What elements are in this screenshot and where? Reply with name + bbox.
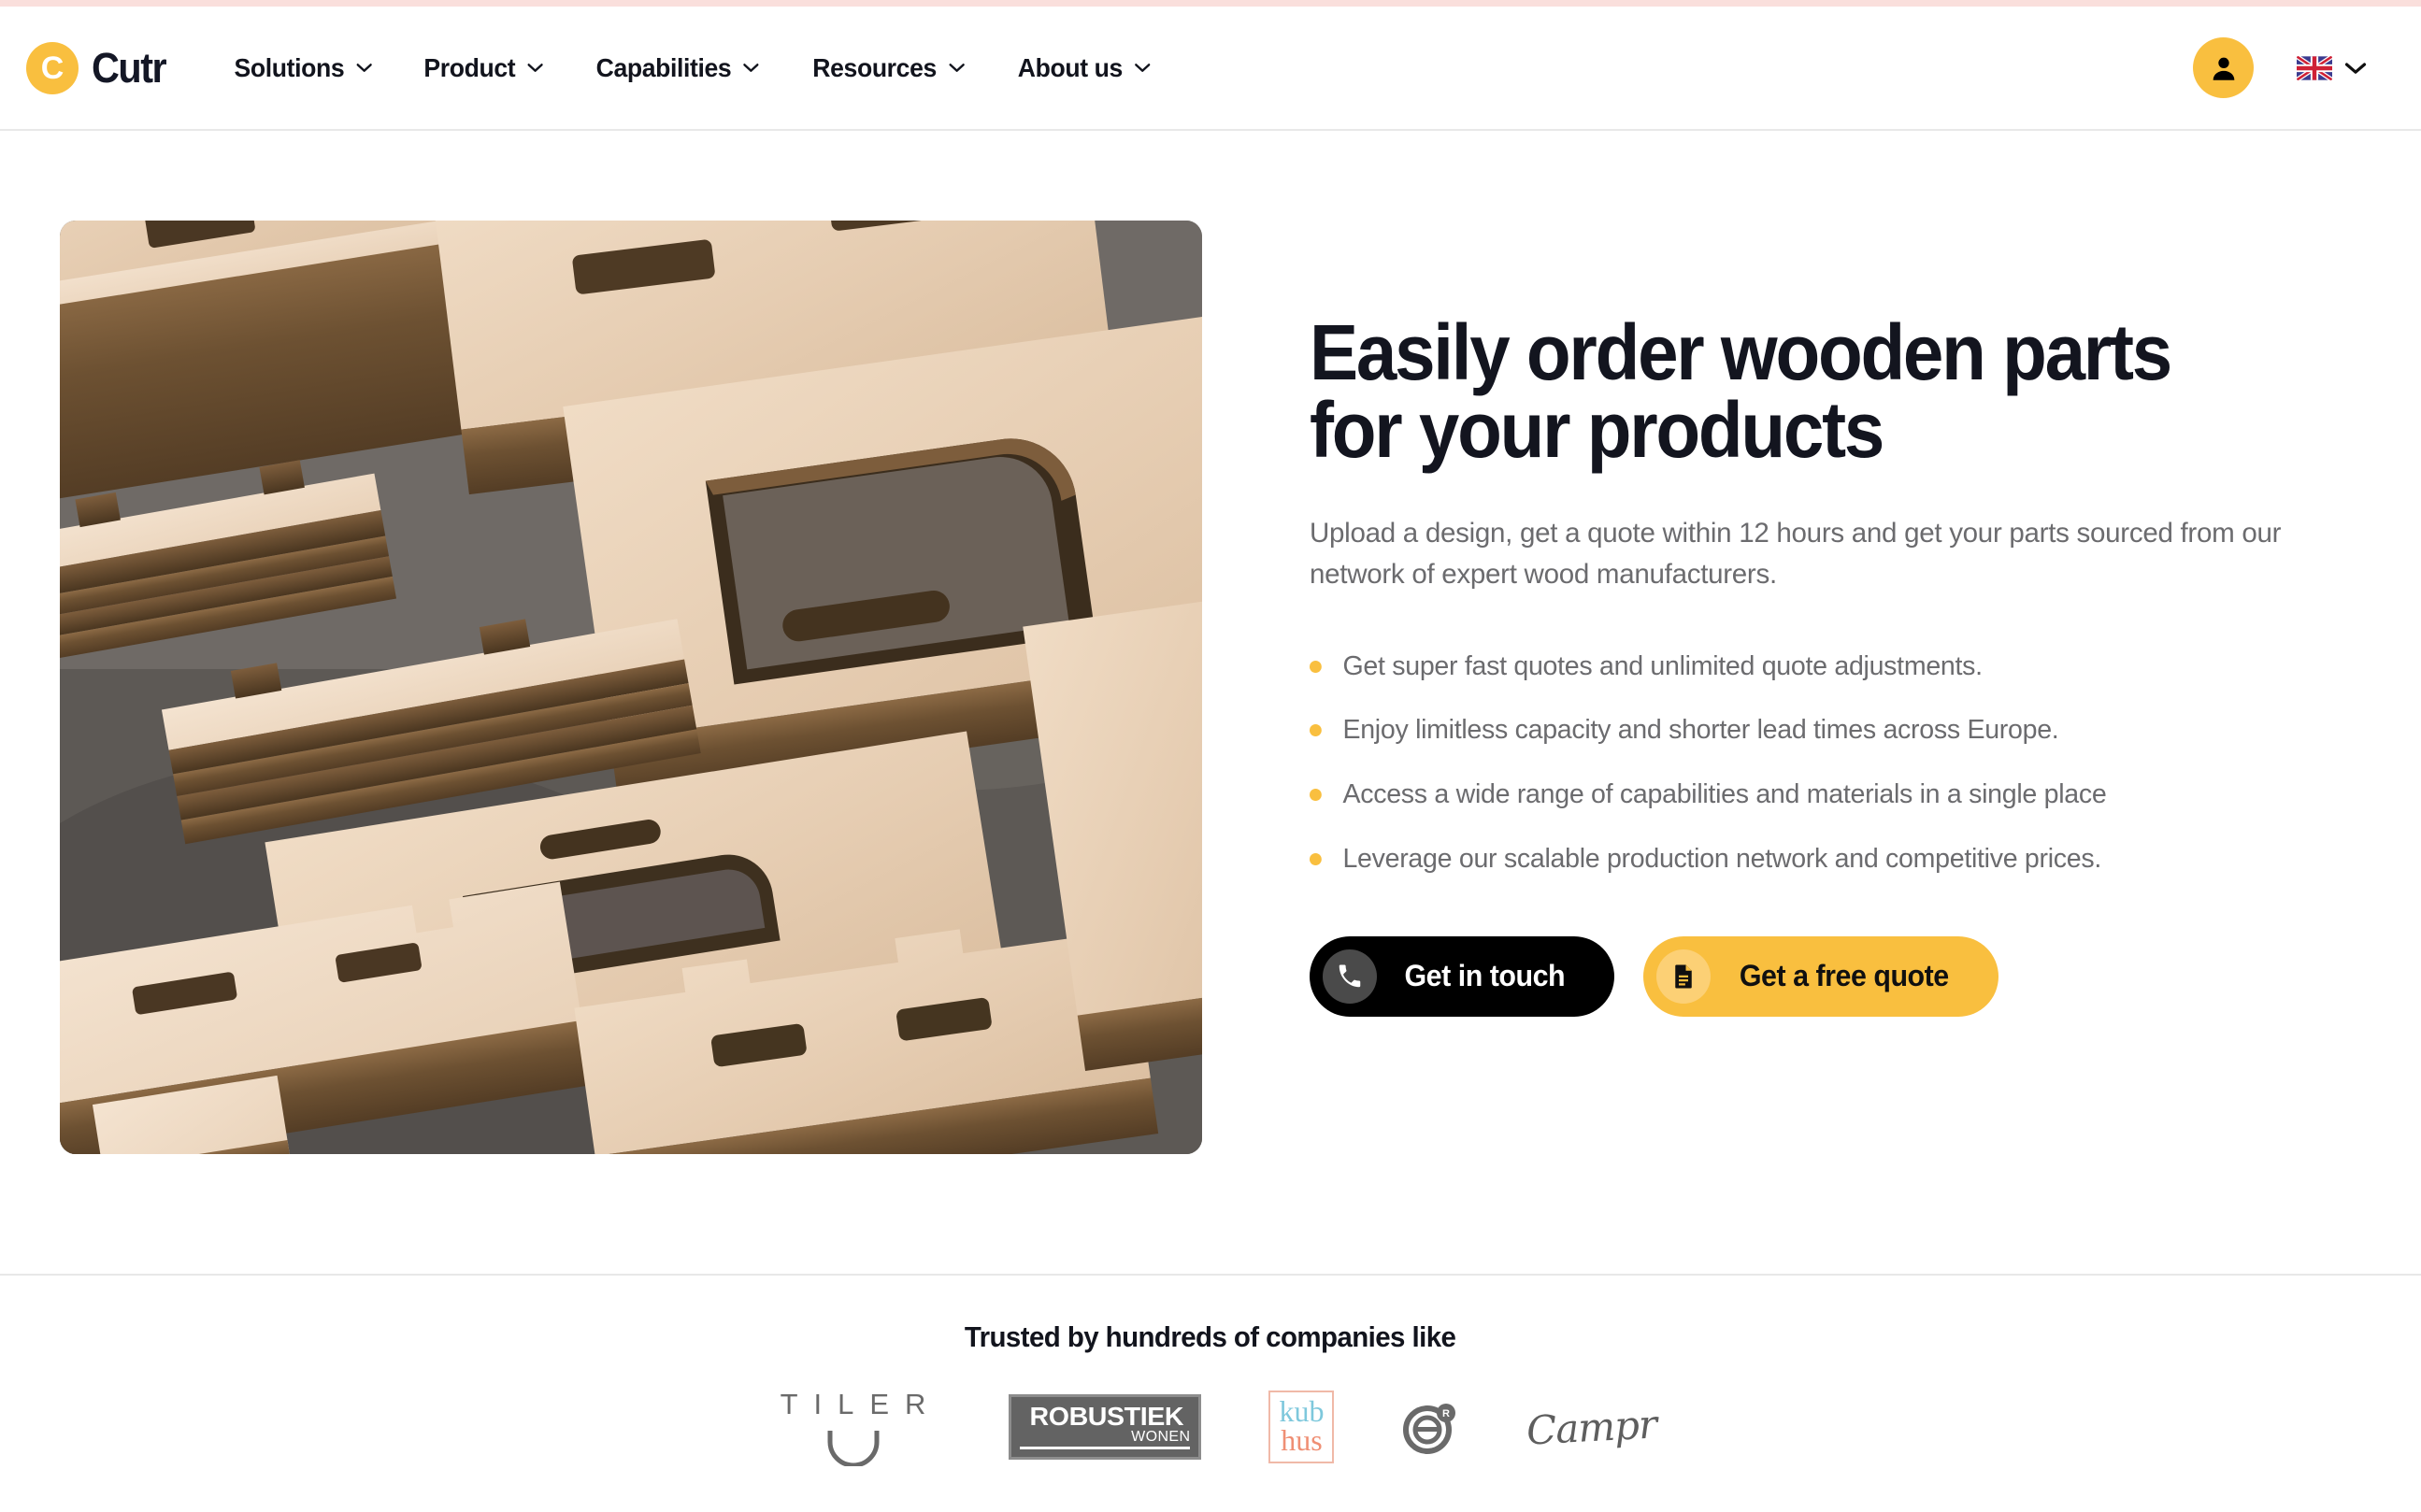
client-logo-kubhus: kub hus (1268, 1390, 1335, 1464)
hero-copy: Easily order wooden parts for your produ… (1202, 221, 2421, 1017)
kubhus-line-1: kub (1279, 1393, 1325, 1428)
main-navigation: Solutions Product Capabilities Resources… (230, 44, 2193, 93)
list-item: Enjoy limitless capacity and shorter lea… (1310, 714, 2322, 747)
robustiek-rule (1020, 1447, 1191, 1449)
hero-benefit-list: Get super fast quotes and unlimited quot… (1310, 650, 2337, 876)
bullet-dot-icon (1310, 724, 1322, 737)
nav-item-label: Solutions (234, 52, 345, 82)
robustiek-wordmark: ROBUSTIEK (1029, 1402, 1184, 1431)
header-actions (2193, 37, 2367, 98)
chevron-down-icon (949, 64, 965, 72)
hero-section: Easily order wooden parts for your produ… (0, 131, 2421, 1154)
cta-row: Get in touch Get a free quote (1310, 935, 2337, 1017)
chevron-down-icon (2344, 62, 2367, 74)
robustiek-subline: WONEN (1131, 1429, 1191, 1445)
nav-item-label: Resources (812, 52, 938, 82)
tiler-smile-icon (827, 1431, 879, 1466)
list-item: Access a wide range of capabilities and … (1310, 778, 2322, 811)
bullet-dot-icon (1310, 660, 1322, 673)
client-logo-tiler: TILER (765, 1388, 942, 1466)
chevron-down-icon (356, 64, 372, 72)
bullet-dot-icon (1310, 853, 1322, 866)
nav-item-about-us[interactable]: About us (996, 44, 1172, 93)
chevron-down-icon (743, 64, 759, 72)
language-selector[interactable] (2297, 55, 2367, 80)
page-title: Easily order wooden parts for your produ… (1310, 308, 2172, 475)
kubhus-line-2: hus (1281, 1423, 1323, 1457)
nav-item-solutions[interactable]: Solutions (235, 44, 394, 93)
trusted-by-title: Trusted by hundreds of companies like (965, 1320, 1456, 1353)
document-icon (1655, 949, 1711, 1004)
brand-logo[interactable]: C Cutr (26, 41, 172, 94)
phone-icon (1323, 949, 1377, 1004)
client-logo-row: TILER ROBUSTIEK WONEN kub hus R Campr (0, 1388, 2421, 1466)
list-item-label: Get super fast quotes and unlimited quot… (1342, 650, 1983, 681)
bullet-dot-icon (1310, 789, 1322, 802)
chevron-down-icon (527, 64, 543, 72)
nav-item-label: About us (1017, 52, 1124, 82)
list-item: Leverage our scalable production network… (1310, 843, 2322, 876)
get-in-touch-button[interactable]: Get in touch (1310, 935, 1614, 1017)
person-icon (2213, 57, 2234, 80)
top-accent-strip (0, 0, 2421, 7)
uk-flag-icon (2297, 55, 2332, 80)
get-free-quote-label: Get a free quote (1739, 959, 1949, 993)
account-button[interactable] (2193, 37, 2254, 98)
get-free-quote-button[interactable]: Get a free quote (1642, 935, 1999, 1017)
nav-item-capabilities[interactable]: Capabilities (575, 44, 781, 93)
site-header: C Cutr Solutions Product Capabilities Re… (0, 7, 2421, 131)
cutr-logo-icon: C (26, 41, 79, 94)
chevron-down-icon (1135, 64, 1151, 72)
circle-r-mark-icon: R (1403, 1404, 1456, 1454)
get-in-touch-label: Get in touch (1404, 959, 1566, 993)
nav-item-product[interactable]: Product (403, 44, 566, 93)
nav-item-label: Capabilities (595, 52, 732, 82)
svg-text:R: R (1442, 1408, 1450, 1419)
hero-subtitle: Upload a design, get a quote within 12 h… (1310, 518, 2282, 590)
nav-item-resources[interactable]: Resources (792, 44, 987, 93)
svg-text:C: C (41, 50, 64, 86)
list-item-label: Leverage our scalable production network… (1342, 844, 2101, 875)
hero-image (60, 221, 1202, 1154)
brand-name: Cutr (92, 44, 167, 92)
list-item-label: Enjoy limitless capacity and shorter lea… (1342, 715, 2059, 746)
campr-wordmark: Campr (1526, 1400, 1658, 1454)
client-logo-campr: Campr (1526, 1390, 1658, 1464)
tiler-wordmark: TILER (780, 1388, 942, 1420)
client-logo-robustiek: ROBUSTIEK WONEN (1009, 1390, 1202, 1464)
trusted-by-section: Trusted by hundreds of companies like TI… (0, 1276, 2421, 1466)
list-item: Get super fast quotes and unlimited quot… (1310, 650, 2322, 683)
nav-item-label: Product (423, 52, 516, 82)
list-item-label: Access a wide range of capabilities and … (1342, 779, 2107, 810)
client-logo-circle-mark: R (1401, 1390, 1459, 1464)
